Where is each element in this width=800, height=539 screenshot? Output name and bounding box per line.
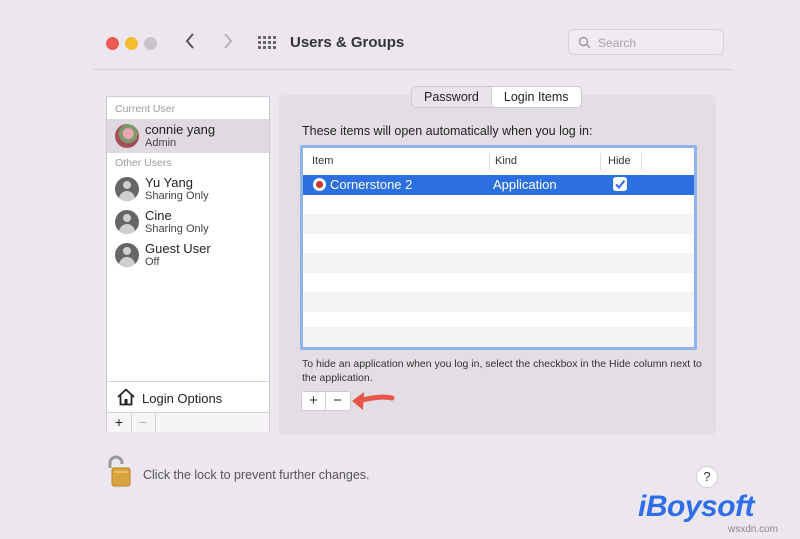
sidebar-item-current-user[interactable]: connie yang Admin: [107, 119, 269, 153]
remove-user-button[interactable]: −: [131, 413, 156, 432]
user-name: Yu Yang: [145, 175, 193, 190]
sidebar-item-user[interactable]: Cine Sharing Only: [107, 205, 269, 239]
user-role: Off: [145, 256, 160, 268]
site-watermark: wsxdn.com: [728, 524, 779, 535]
search-input[interactable]: Search: [568, 29, 724, 55]
login-options-label: Login Options: [142, 391, 223, 406]
user-name: Guest User: [145, 241, 211, 256]
item-kind: Application: [493, 177, 557, 192]
avatar: [115, 124, 139, 148]
add-login-item-button[interactable]: +: [302, 392, 326, 410]
table-row-empty: [303, 253, 694, 273]
annotation-arrow-icon: [352, 392, 395, 410]
hide-checkbox[interactable]: [613, 177, 627, 191]
search-placeholder: Search: [598, 36, 637, 50]
forward-icon[interactable]: [222, 31, 234, 55]
tab-bar: Password Login Items: [411, 86, 582, 108]
lock-status-text: Click the lock to prevent further change…: [143, 468, 370, 482]
sidebar-item-user[interactable]: Yu Yang Sharing Only: [107, 172, 269, 206]
user-name: Cine: [145, 208, 172, 223]
sidebar-item-guest-user[interactable]: Guest User Off: [107, 238, 269, 272]
table-row-empty: [303, 195, 694, 215]
table-row-empty: [303, 273, 694, 293]
table-row-empty: [303, 327, 694, 347]
user-role: Admin: [145, 137, 177, 149]
search-icon: [578, 36, 591, 49]
add-user-button[interactable]: +: [107, 413, 132, 432]
table-header: Item Kind Hide: [303, 148, 694, 176]
column-header-item[interactable]: Item: [312, 155, 333, 167]
user-name: connie yang: [145, 122, 216, 137]
users-sidebar: Current User connie yang Admin Other Use…: [106, 96, 270, 432]
item-name: Cornerstone 2: [330, 177, 413, 192]
iboysoft-logo: iBoysoft: [638, 490, 755, 523]
avatar: [115, 210, 139, 234]
window-title: Users & Groups: [290, 34, 405, 51]
table-row-empty: [303, 234, 694, 254]
remove-login-item-button[interactable]: −: [326, 392, 349, 410]
avatar: [115, 243, 139, 267]
table-row-empty: [303, 292, 694, 312]
current-user-header: Current User: [115, 103, 176, 115]
hide-hint-text: To hide an application when you log in, …: [302, 358, 702, 384]
other-users-header: Other Users: [115, 157, 172, 169]
house-icon: [117, 388, 135, 406]
login-options-button[interactable]: Login Options: [107, 381, 269, 412]
lock-icon[interactable]: [106, 454, 136, 488]
table-row-empty: [303, 214, 694, 234]
user-role: Sharing Only: [145, 190, 209, 202]
tab-password[interactable]: Password: [412, 87, 491, 107]
tab-login-items[interactable]: Login Items: [490, 87, 581, 107]
sidebar-button-bar: + −: [107, 412, 269, 432]
login-items-table[interactable]: Item Kind Hide Cornerstone 2 Application: [300, 145, 697, 350]
cornerstone-app-icon: [313, 178, 326, 191]
close-button[interactable]: [106, 37, 119, 50]
show-all-grid-icon[interactable]: [258, 36, 276, 51]
minimize-button[interactable]: [125, 37, 138, 50]
column-header-hide[interactable]: Hide: [608, 155, 631, 167]
table-row[interactable]: Cornerstone 2 Application: [303, 175, 694, 195]
user-role: Sharing Only: [145, 223, 209, 235]
column-header-kind[interactable]: Kind: [495, 155, 517, 167]
login-items-description: These items will open automatically when…: [302, 124, 593, 138]
help-button[interactable]: ?: [696, 466, 718, 488]
zoom-button[interactable]: [144, 37, 157, 50]
avatar: [115, 177, 139, 201]
login-item-button-bar: + −: [301, 391, 351, 411]
back-icon[interactable]: [184, 31, 196, 55]
titlebar-divider: [93, 69, 733, 70]
